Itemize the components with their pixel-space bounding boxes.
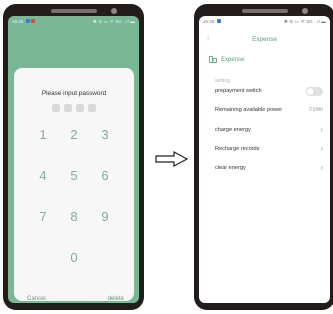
key-4[interactable]: 4	[31, 167, 55, 185]
key-7[interactable]: 7	[31, 208, 55, 226]
speaker-grille	[50, 9, 97, 13]
page-title: Expense	[252, 36, 277, 43]
phone-left: 16:26 ✱ ⊖ ▭ ᯤ 5G ..ıl ▬ Please input pas…	[3, 4, 144, 310]
notification-icons	[26, 19, 36, 24]
password-dot	[76, 104, 84, 112]
cancel-button[interactable]: Cancel	[27, 296, 46, 302]
remaining-power-row: Remaining available power 0 kWh	[215, 105, 323, 117]
password-dot	[52, 104, 60, 112]
key-6[interactable]: 6	[93, 167, 117, 185]
password-dot	[88, 104, 96, 112]
remaining-power-value: 0 kWh	[308, 107, 323, 113]
delete-button[interactable]: delete	[108, 296, 124, 302]
expense-section-label: Expense	[221, 56, 245, 63]
key-9[interactable]: 9	[93, 208, 117, 226]
recharge-records-row[interactable]: Recharge records ›	[215, 144, 323, 156]
charge-energy-row[interactable]: charge energy ›	[215, 125, 323, 137]
key-8[interactable]: 8	[62, 208, 86, 226]
password-dot	[64, 104, 72, 112]
row-label: prepayment switch	[215, 88, 262, 94]
status-bar: 16:26 ✱ ⊖ ▭ ᯤ 5G ..ıl ▬	[8, 16, 139, 27]
row-label: charge energy	[215, 127, 251, 133]
speaker-grille	[241, 9, 288, 13]
setting-section-label: setting	[215, 78, 230, 84]
status-icons: ✱ ⊖ ▭ ᯤ 5G ..ıl ▬	[92, 19, 135, 24]
status-time: 16:26	[12, 19, 24, 24]
password-screen: 16:26 ✱ ⊖ ▭ ᯤ 5G ..ıl ▬ Please input pas…	[8, 16, 139, 303]
key-0[interactable]: 0	[62, 249, 86, 267]
status-bar: 16:26 ✱ ⊖ ▭ ᯤ 5G ..ıl ▬	[199, 16, 330, 27]
password-dialog: Please input password 1 2 3 4 5 6 7 8 9 …	[14, 68, 134, 302]
phone-right: 16:26 ✱ ⊖ ▭ ᯤ 5G ..ıl ▬ ‹ Expense Expens…	[194, 4, 333, 310]
status-icons: ✱ ⊖ ▭ ᯤ 5G ..ıl ▬	[283, 19, 326, 24]
prepayment-toggle[interactable]	[306, 87, 323, 96]
dialog-title: Please input password	[41, 90, 107, 97]
prepayment-switch-row: prepayment switch	[215, 86, 323, 98]
toggle-knob	[307, 88, 314, 95]
row-label: Recharge records	[215, 146, 260, 152]
key-1[interactable]: 1	[31, 126, 55, 144]
expense-screen: 16:26 ✱ ⊖ ▭ ᯤ 5G ..ıl ▬ ‹ Expense Expens…	[199, 16, 330, 303]
clear-energy-row[interactable]: clear energy ›	[215, 163, 323, 175]
right-arrow-icon	[155, 151, 189, 167]
chevron-right-icon: ›	[320, 125, 323, 134]
front-camera	[111, 8, 117, 14]
front-camera	[302, 8, 308, 14]
key-5[interactable]: 5	[62, 167, 86, 185]
row-label: Remaining available power	[215, 107, 283, 113]
chevron-right-icon: ›	[320, 144, 323, 153]
chevron-right-icon: ›	[320, 163, 323, 172]
expense-icon	[209, 56, 217, 63]
notification-icons	[217, 19, 221, 24]
key-3[interactable]: 3	[93, 126, 117, 144]
key-2[interactable]: 2	[62, 126, 86, 144]
row-label: clear energy	[215, 165, 246, 171]
password-dots	[14, 104, 134, 112]
status-time: 16:26	[203, 19, 215, 24]
app-header: ‹ Expense	[199, 34, 330, 48]
expense-section: Expense	[209, 56, 244, 63]
